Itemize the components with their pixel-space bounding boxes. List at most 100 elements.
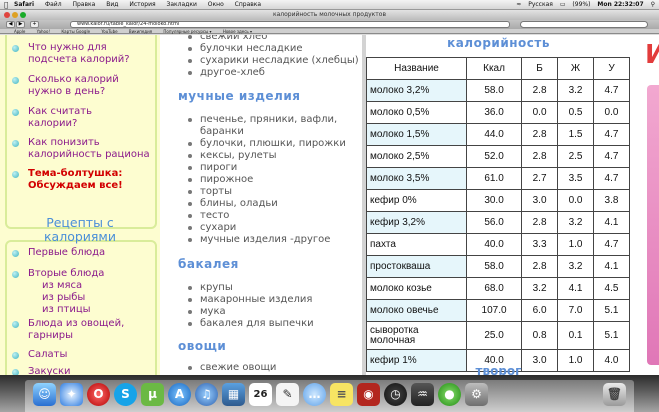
itunes-icon[interactable]: ♫ (195, 383, 218, 406)
link-from-fish[interactable]: из рыбы (42, 292, 85, 304)
dashboard-icon[interactable]: ◷ (384, 383, 407, 406)
utilities-icon[interactable]: ● (438, 383, 461, 406)
table-row: кефир 0% 30.0 3.0 0.0 3.8 (366, 189, 630, 212)
wifi-icon[interactable]: ≈ (516, 1, 521, 8)
category-heading-veg[interactable]: овощи (178, 339, 226, 353)
link-from-meat[interactable]: из мяса (42, 280, 82, 292)
link-second-courses[interactable]: Вторые блюда (28, 268, 104, 280)
system-monitor-icon[interactable]: ♒ (411, 383, 434, 406)
list-item[interactable]: булочки несладкие (188, 43, 303, 55)
list-item[interactable]: булочки, плюшки, пирожки (188, 138, 346, 150)
cell-value: 68.0 (465, 277, 523, 300)
list-item[interactable]: бакалея для выпечки (188, 318, 314, 330)
address-bar[interactable]: www.kalor.ru/table_kalor/24-moloko.html (70, 21, 510, 28)
bookmark-item[interactable]: Новое здесь ▾ (223, 29, 252, 34)
list-item[interactable]: свежие овощи (187, 362, 276, 374)
bookmark-item[interactable]: Apple (14, 29, 25, 34)
cell-product-name: молоко козье (366, 277, 467, 300)
list-item[interactable]: мука (188, 306, 226, 318)
list-item[interactable]: торты (187, 186, 232, 198)
table-row: молоко овечье 107.0 6.0 7.0 5.1 (366, 299, 630, 322)
list-item[interactable]: свежий хлеб (187, 35, 267, 43)
skype-icon[interactable]: S (114, 383, 137, 406)
list-item[interactable]: мучные изделия -другое (187, 234, 330, 246)
menu-edit[interactable]: Правка (72, 1, 95, 8)
link-veg-dishes[interactable]: Блюда из овощей, гарниры (28, 318, 153, 342)
link-first-courses[interactable]: Первые блюда (28, 247, 105, 259)
link-forum[interactable]: Тема-болтушка: Обсуждаем все! (28, 168, 153, 192)
menu-view[interactable]: Вид (106, 1, 118, 8)
photobooth-icon[interactable]: ◉ (357, 383, 380, 406)
calorie-table-section: калорийность Название Ккал Б Ж У молоко … (366, 35, 631, 375)
clock[interactable]: Mon 22:32:07 (597, 1, 643, 8)
list-item[interactable]: другое-хлеб (188, 67, 265, 79)
textedit-icon[interactable]: ✎ (276, 383, 299, 406)
battery-icon[interactable]: ▭ (560, 1, 566, 8)
utorrent-icon[interactable]: µ (141, 383, 164, 406)
finder-icon[interactable]: ☺ (33, 383, 56, 406)
minimize-icon[interactable] (12, 12, 18, 18)
photo-icon[interactable]: ▦ (222, 383, 245, 406)
messages-icon[interactable]: … (303, 383, 326, 406)
link-calories-per-day[interactable]: Сколько калорий нужно в день? (28, 74, 146, 98)
cell-value: 0.1 (557, 321, 594, 350)
list-item[interactable]: крупы (188, 282, 233, 294)
list-item[interactable]: блины, оладьи (188, 198, 278, 210)
list-item[interactable]: пирожное (187, 174, 253, 186)
cell-value: 0.0 (521, 101, 559, 124)
column-header-protein: Б (521, 57, 559, 80)
menu-help[interactable]: Справка (235, 1, 261, 8)
menu-bookmarks[interactable]: Закладки (167, 1, 197, 8)
cell-product-name: молоко 1,5% (366, 123, 467, 146)
add-bookmark-button[interactable]: + (30, 21, 39, 28)
list-item[interactable]: тесто (187, 210, 229, 222)
zoom-icon[interactable] (20, 12, 26, 18)
bookmark-item[interactable]: YouTube (101, 29, 117, 34)
cell-value: 58.0 (465, 79, 523, 102)
bookmark-item[interactable]: Карты Google (61, 29, 90, 34)
menu-history[interactable]: История (129, 1, 155, 8)
preferences-icon[interactable]: ⚙ (465, 383, 488, 406)
link-from-bird[interactable]: из птицы (42, 304, 91, 316)
link-snacks[interactable]: Закуски (28, 366, 71, 375)
bookmark-item[interactable]: Yahoo! (37, 29, 50, 34)
category-heading-grocery[interactable]: бакалея (178, 257, 239, 271)
safari-icon[interactable]: ✦ (60, 383, 83, 406)
cell-value: 7.0 (557, 299, 594, 322)
cell-product-name: кефир 0% (366, 189, 467, 212)
cell-value: 4.1 (593, 255, 630, 278)
bookmark-item[interactable]: Википедия (129, 29, 152, 34)
bullet-icon (12, 271, 19, 278)
menu-file[interactable]: Файл (45, 1, 62, 8)
list-item[interactable]: сухари (187, 222, 236, 234)
apple-icon[interactable]:  (4, 0, 8, 10)
opera-icon[interactable]: O (87, 383, 110, 406)
menu-app[interactable]: Safari (14, 1, 34, 8)
spotlight-icon[interactable]: ⚲ (651, 1, 655, 8)
stickies-icon[interactable]: ≡ (330, 383, 353, 406)
calendar-icon[interactable]: 26 (249, 383, 272, 406)
cell-product-name: молоко 3,5% (366, 167, 467, 190)
link-salads[interactable]: Салаты (28, 349, 67, 361)
app-store-icon[interactable]: A (168, 383, 191, 406)
search-input[interactable] (520, 21, 648, 28)
bookmark-item[interactable]: Популярные ресурсы ▾ (163, 29, 211, 34)
forward-button[interactable]: ▶ (16, 21, 25, 28)
right-edge-banner: И (631, 35, 659, 375)
list-item[interactable]: кексы, рулеты (188, 150, 277, 162)
list-item[interactable]: сухарики несладкие (хлебцы) (188, 55, 359, 67)
link-what-needed[interactable]: Что нужно для подсчета калорий? (28, 42, 148, 66)
cell-value: 1.5 (557, 123, 594, 146)
list-item[interactable]: печенье, пряники, вафли, (187, 114, 337, 126)
list-item[interactable]: баранки (200, 126, 244, 138)
close-icon[interactable] (4, 12, 10, 18)
link-lower-calories[interactable]: Как понизить калорийность рациона (28, 137, 153, 161)
trash-icon[interactable]: 🗑 (603, 383, 626, 406)
list-item[interactable]: макаронные изделия (187, 294, 312, 306)
menu-window[interactable]: Окно (208, 1, 224, 8)
category-heading-flour[interactable]: мучные изделия (178, 89, 300, 103)
back-button[interactable]: ◀ (6, 21, 15, 28)
link-how-to-count[interactable]: Как считать калории? (28, 106, 128, 130)
language-indicator[interactable]: Русская (528, 1, 553, 8)
list-item[interactable]: пироги (187, 162, 237, 174)
